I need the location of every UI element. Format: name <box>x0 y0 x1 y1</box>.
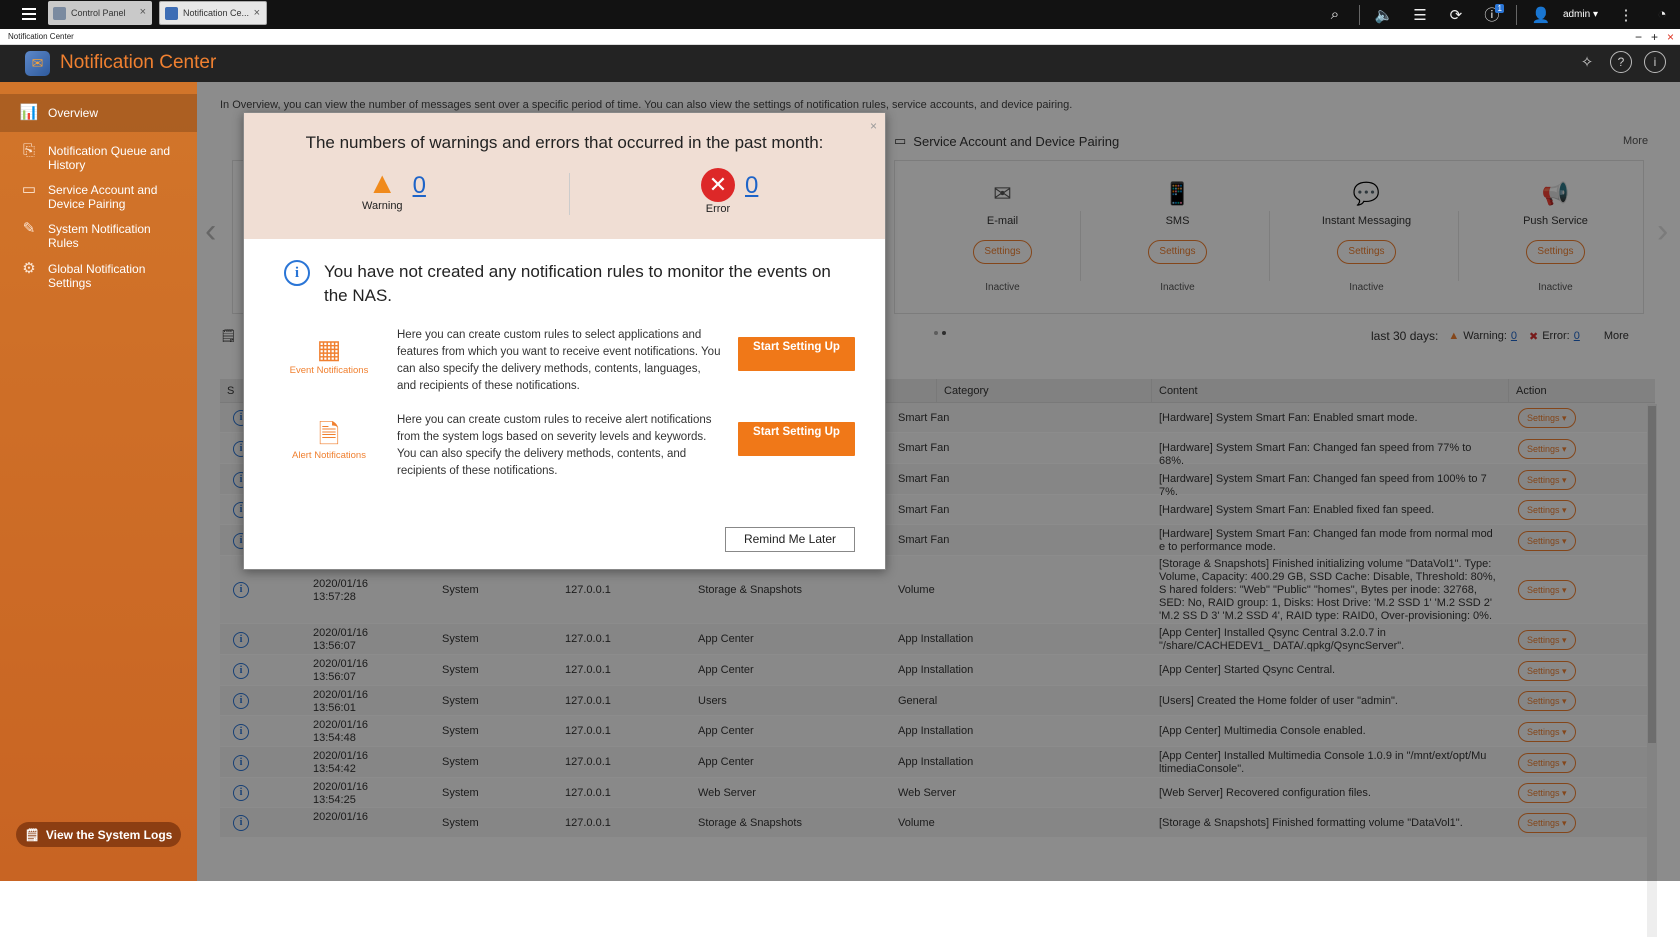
view-system-logs-button[interactable]: 🗒 View the System Logs <box>16 822 181 847</box>
event-notifications-icon: ▦ Event Notifications <box>289 334 369 376</box>
window-title: Notification Center <box>8 32 74 41</box>
option-label: Event Notifications <box>289 365 369 376</box>
tools-icon[interactable]: ✧ <box>1576 51 1598 73</box>
dialog-title: The numbers of warnings and errors that … <box>305 133 824 152</box>
remind-me-later-button[interactable]: Remind Me Later <box>725 527 855 552</box>
history-icon: ⎘ <box>22 142 35 159</box>
sidebar: 📊 Overview ⎘ Notification Queue and Hist… <box>0 82 197 881</box>
message-text: You have not created any notification ru… <box>324 262 831 305</box>
sync-icon[interactable]: ⟳ <box>1438 0 1474 29</box>
error-label: Error <box>705 203 731 215</box>
notification-center-icon <box>165 6 178 20</box>
tab-notification-center[interactable]: Notification Ce... × <box>159 1 267 25</box>
close-icon[interactable]: × <box>870 119 877 133</box>
help-icon[interactable]: ? <box>1610 51 1632 73</box>
dialog-summary: The numbers of warnings and errors that … <box>244 113 885 239</box>
sidebar-item-queue-history[interactable]: ⎘ Notification Queue and History <box>0 142 190 172</box>
button-label: View the System Logs <box>45 827 173 842</box>
sidebar-item-global-settings[interactable]: ⚙ Global Notification Settings <box>0 260 197 290</box>
volume-icon[interactable]: 🔈 <box>1366 0 1402 29</box>
info-icon[interactable]: i <box>1644 51 1666 73</box>
desktop-taskbar: Control Panel × Notification Ce... × ⌕ 🔈… <box>0 0 1680 29</box>
option-label: Alert Notifications <box>292 450 366 461</box>
tab-label: Control Panel <box>71 8 126 18</box>
error-count[interactable]: 0 <box>745 172 758 200</box>
alert-notifications-icon: 🗎 Alert Notifications <box>292 419 366 461</box>
alert-start-setup-button[interactable]: Start Setting Up <box>738 422 855 456</box>
app-title: Notification Center <box>60 52 217 73</box>
control-panel-icon <box>53 6 66 20</box>
error-cross-icon: ✕ <box>701 168 735 202</box>
search-icon[interactable]: ⌕ <box>1317 0 1353 29</box>
event-start-setup-button[interactable]: Start Setting Up <box>738 337 855 371</box>
divider <box>1515 4 1517 25</box>
tab-label: Notification Ce... <box>183 8 250 18</box>
maximize-icon[interactable]: + <box>1651 29 1658 45</box>
sidebar-item-label: Notification Queue and History <box>48 144 171 172</box>
divider <box>569 173 570 215</box>
close-icon[interactable]: × <box>254 7 260 19</box>
log-icon: 🗒 <box>24 827 40 842</box>
sidebar-item-label: System Notification Rules <box>48 222 151 250</box>
no-rules-message: i You have not created any notification … <box>284 260 854 308</box>
rules-icon: ✎ <box>22 220 36 237</box>
warning-triangle-icon: ▲ <box>367 167 398 200</box>
app-header: ✉ Notification Center ✧ ? i <box>0 45 1680 82</box>
info-icon: i <box>284 260 310 286</box>
user-icon[interactable]: 👤 <box>1523 0 1559 29</box>
main-menu-icon[interactable] <box>12 3 46 25</box>
sidebar-item-label: Overview <box>48 106 99 120</box>
tab-control-panel[interactable]: Control Panel × <box>48 1 152 25</box>
option-description: Here you can create custom rules to rece… <box>397 414 712 477</box>
sidebar-item-service-account[interactable]: ▭ Service Account and Device Pairing <box>0 181 197 211</box>
window-title-bar: Notification Center − + × <box>0 29 1680 45</box>
divider <box>1358 4 1360 25</box>
error-summary: ✕ Error 0 <box>701 168 758 215</box>
sidebar-item-label: Service Account and Device Pairing <box>48 183 158 211</box>
sidebar-item-overview[interactable]: 📊 Overview <box>0 94 197 132</box>
user-menu[interactable]: admin ▾ <box>1563 9 1598 20</box>
notification-badge: 1 <box>1495 4 1504 13</box>
notification-icon[interactable]: ⓘ 1 <box>1474 0 1510 29</box>
warning-count[interactable]: 0 <box>413 172 426 200</box>
settings-icon: ⚙ <box>22 260 36 277</box>
tasks-icon[interactable]: ☰ <box>1402 0 1438 29</box>
sidebar-item-system-rules[interactable]: ✎ System Notification Rules <box>0 220 197 250</box>
warning-summary: ▲ Warning 0 <box>362 167 426 213</box>
device-icon: ▭ <box>21 181 37 198</box>
dashboard-icon[interactable]: ◔ <box>1644 0 1680 29</box>
minimize-icon[interactable]: − <box>1635 29 1642 45</box>
notification-rules-dialog: The numbers of warnings and errors that … <box>243 112 886 570</box>
chart-icon: 📊 <box>19 104 39 121</box>
sidebar-item-label: Global Notification Settings <box>48 262 146 290</box>
close-icon[interactable]: × <box>1667 29 1674 45</box>
app-logo-icon: ✉ <box>25 51 50 76</box>
more-options-icon[interactable]: ⋮ <box>1608 0 1644 29</box>
username: admin <box>1562 9 1591 20</box>
option-description: Here you can create custom rules to sele… <box>397 329 721 392</box>
warning-label: Warning <box>362 200 403 212</box>
close-icon[interactable]: × <box>140 6 146 18</box>
